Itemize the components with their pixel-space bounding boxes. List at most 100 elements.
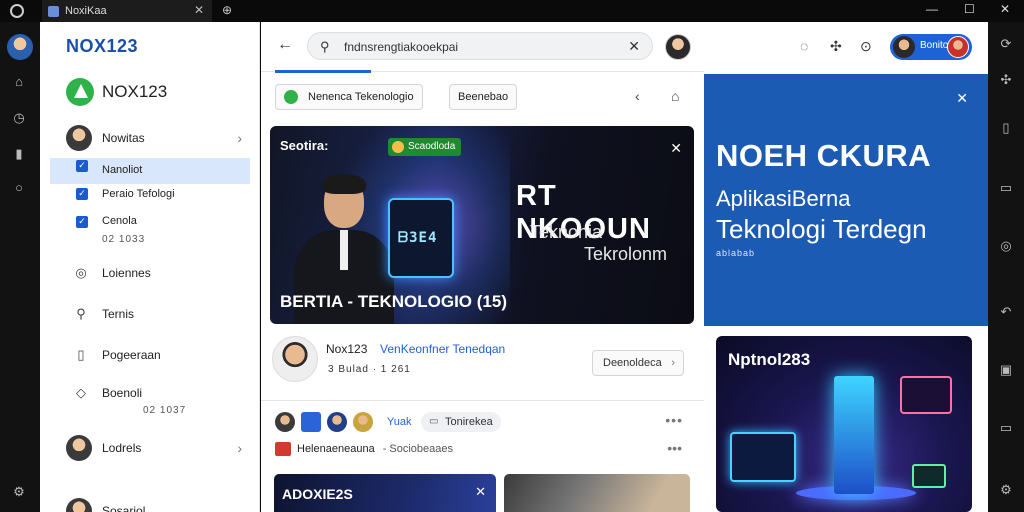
post-author-avatar[interactable] [272, 336, 318, 382]
home-icon[interactable]: ⌂ [11, 74, 27, 90]
post-author-name[interactable]: Nox123 [326, 342, 367, 356]
right-panel-header: ◌ ✣ ⊙ Bonito [704, 22, 988, 74]
gallery-icon[interactable]: ▣ [998, 362, 1014, 378]
hero-close-icon[interactable]: ✕ [670, 140, 682, 157]
app-name: NOX123 [102, 82, 168, 101]
sidebar-item-label: Lodrels [102, 441, 142, 455]
avatar[interactable] [327, 412, 347, 432]
clear-search-icon[interactable]: ✕ [628, 38, 640, 55]
post-action-button[interactable]: Deenoldeca › [592, 350, 684, 376]
tab-favicon-icon [48, 5, 59, 17]
avatar [66, 125, 92, 151]
sidebar-item-sosariol[interactable]: Sosariol [50, 498, 250, 512]
checkbox-checked-icon[interactable]: ✓ [76, 188, 88, 200]
facebook-icon[interactable] [301, 412, 321, 432]
sidebar-item-ternis[interactable]: ⚲ Ternis [50, 306, 250, 322]
sidebar-subitem-peraio[interactable]: ✓ Peraio Tefologi [50, 186, 250, 206]
avatar[interactable] [275, 412, 295, 432]
home-icon[interactable]: ⌂ [671, 88, 679, 104]
ad-banner[interactable]: ✕ NOEH CKURA AplikasiBerna Teknologi Ter… [704, 74, 988, 326]
refresh-icon[interactable]: ⟳ [998, 36, 1014, 52]
panel-icon[interactable]: ▯ [998, 120, 1014, 136]
post-action-label: Deenoldeca [603, 357, 662, 369]
avatar [66, 498, 92, 512]
browser-tab[interactable]: NoxiKaa ✕ [42, 0, 212, 22]
new-tab-icon[interactable]: ⊕ [222, 3, 232, 17]
hero-caption: BERTIA - TEKNOLOGIO (15) [280, 292, 507, 311]
sidebar-item-label: Loiennes [102, 266, 151, 280]
message-icon[interactable]: ◌ [800, 38, 808, 54]
window-close-icon[interactable]: ✕ [1000, 2, 1010, 16]
feed-thumbnail-1[interactable]: ADOXIE2S ✕ [274, 474, 496, 512]
history-icon[interactable]: ◷ [11, 110, 27, 126]
user-avatar[interactable] [665, 34, 691, 60]
search-input[interactable]: ⚲ fndnsrengtiakooekpai ✕ [307, 32, 653, 60]
title-bar: NoxiKaa ✕ ⊕ — ☐ ✕ [0, 0, 1024, 22]
extension-icon[interactable]: ✣ [998, 72, 1014, 88]
sidebar-subitem-nanoliot[interactable]: ✓ Nanoliot [50, 158, 250, 184]
search-value[interactable]: fndnsrengtiakooekpai [344, 40, 458, 54]
ad-small-text: ablabab [716, 248, 756, 258]
tech-card[interactable]: Nptnol283 [716, 336, 972, 512]
chevron-right-icon: › [237, 130, 242, 146]
checkbox-checked-icon[interactable]: ✓ [76, 216, 88, 228]
compass-icon[interactable]: ◎ [998, 238, 1014, 254]
sidebar-item-boenoli[interactable]: ◇ Boenoli [50, 385, 250, 401]
feed-source-row: Yuak Tonirekea ••• [275, 410, 695, 436]
feed-chip[interactable]: Tonirekea [421, 412, 501, 432]
extensions-icon[interactable]: ✣ [830, 38, 842, 55]
sidebar-item-label: Nowitas [102, 131, 145, 145]
sidebar-item-label: Pogeeraan [102, 348, 161, 362]
left-rail: ⌂ ◷ ▮ ○ ⚙ [0, 22, 40, 512]
feed-item-title[interactable]: Helenaeneauna - Sociobeaaes [275, 442, 453, 456]
dock-icon[interactable]: ▭ [998, 420, 1014, 436]
ad-close-icon[interactable]: ✕ [956, 90, 968, 107]
undo-icon[interactable]: ↶ [998, 304, 1014, 320]
active-tab-indicator [275, 70, 371, 73]
share-icon[interactable]: ‹ [635, 88, 640, 104]
more-options-icon[interactable]: ••• [667, 440, 682, 456]
thumbnail-close-icon[interactable]: ✕ [475, 484, 486, 500]
sidebar-subitem-cenola[interactable]: ✓ Cenola 02 1033 [50, 214, 250, 248]
feed-source-icon [275, 442, 291, 456]
sidebar-item-loiennes[interactable]: ◎ Loiennes [50, 265, 250, 281]
app-logo-icon [10, 4, 24, 18]
hero-banner[interactable]: ᗷЗЕ4 Seotira: Scaodloda ✕ RT NKOOUN Tekn… [270, 126, 694, 324]
right-rail: ⟳ ✣ ▯ ▭ ◎ ↶ ▣ ▭ ⚙ [988, 22, 1024, 512]
tie-shape [340, 230, 348, 270]
minimize-icon[interactable]: — [926, 2, 938, 16]
profile-avatar[interactable] [7, 34, 33, 60]
bell-icon: ◇ [76, 385, 86, 400]
window-icon[interactable]: ▭ [998, 180, 1014, 196]
tab-close-icon[interactable]: ✕ [194, 3, 204, 17]
chip-label: Beenebao [458, 91, 509, 103]
sidebar-item-nowitas[interactable]: Nowitas › [50, 125, 250, 151]
screen-image [900, 376, 952, 414]
sidebar-item-label: Nanoliot [102, 164, 143, 176]
checkbox-checked-icon[interactable]: ✓ [76, 160, 88, 172]
sidebar-item-lodrels[interactable]: Lodrels › [50, 435, 250, 461]
app-window: NoxiKaa ✕ ⊕ — ☐ ✕ ⌂ ◷ ▮ ○ ⚙ NOX123 NOX12… [0, 0, 1024, 512]
ad-subtitle-1: AplikasiBerna [716, 186, 851, 211]
avatar[interactable] [353, 412, 373, 432]
feed-tag[interactable]: Yuak [387, 416, 411, 428]
tech-card-title: Nptnol283 [728, 350, 811, 369]
settings-gear-icon[interactable]: ⚙ [11, 484, 27, 500]
feed-thumbnail-2[interactable] [504, 474, 690, 512]
maximize-icon[interactable]: ☐ [964, 2, 975, 16]
sidebar-item-pogeeraan[interactable]: ▯ Pogeeraan [50, 347, 250, 363]
document-icon: ▯ [77, 347, 85, 362]
more-options-icon[interactable]: ••• [665, 412, 683, 428]
category-chip-technology[interactable]: Nenenca Tekenologio [275, 84, 423, 110]
feed-title: Helenaeneauna [297, 442, 375, 455]
settings-gear-icon[interactable]: ⚙ [998, 482, 1014, 498]
account-pill[interactable]: Bonito [890, 34, 972, 60]
chevron-right-icon: › [237, 440, 242, 456]
download-icon[interactable]: ⊙ [860, 38, 872, 55]
bookmark-icon[interactable]: ▮ [11, 146, 27, 162]
circle-icon[interactable]: ○ [11, 180, 27, 196]
post-link[interactable]: VenKeonfner Tenedqan [380, 342, 505, 356]
back-arrow-icon[interactable]: ← [277, 36, 293, 54]
category-chip-beenebao[interactable]: Beenebao [449, 84, 518, 110]
divider [261, 400, 704, 401]
